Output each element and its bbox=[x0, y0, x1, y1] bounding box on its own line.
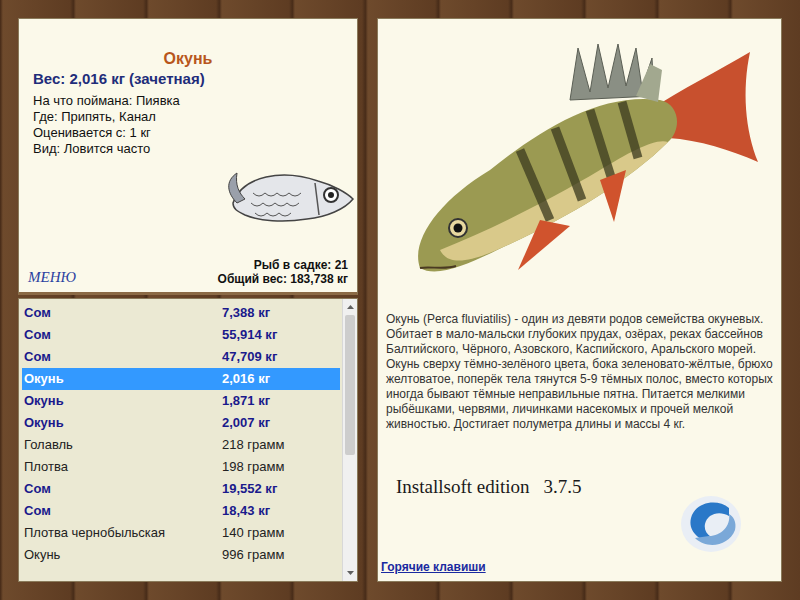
version-label: 3.7.5 bbox=[544, 476, 582, 498]
installsoft-logo-icon bbox=[679, 494, 743, 554]
catch-name: Голавль bbox=[22, 435, 222, 455]
catch-weight: 7,388 кг bbox=[222, 303, 270, 323]
fish-description: Окунь (Perca fluviatilis) - один из девя… bbox=[378, 298, 781, 472]
catch-weight: 218 грамм bbox=[222, 435, 284, 455]
catch-list: Сом7,388 кгСом55,914 кгСом47,709 кгОкунь… bbox=[18, 298, 358, 582]
catch-weight: 198 грамм bbox=[222, 457, 284, 477]
catch-weight: 996 грамм bbox=[222, 545, 284, 565]
catch-name: Сом bbox=[22, 347, 222, 367]
catch-row[interactable]: Плотва чернобыльская140 грамм bbox=[22, 522, 340, 544]
catch-name: Сом bbox=[22, 501, 222, 521]
perch-photo bbox=[400, 30, 760, 292]
fish-bait: На что поймана: Пиявка bbox=[33, 93, 357, 109]
catch-name: Плотва bbox=[22, 457, 222, 477]
fish-weight: Вес: 2,016 кг (зачетная) bbox=[19, 69, 357, 89]
fish-card: Окунь Вес: 2,016 кг (зачетная) На что по… bbox=[18, 18, 358, 295]
catch-row[interactable]: Сом47,709 кг bbox=[22, 346, 340, 368]
catch-row[interactable]: Сом18,43 кг bbox=[22, 500, 340, 522]
catch-row[interactable]: Плотва198 грамм bbox=[22, 456, 340, 478]
catch-row[interactable]: Сом55,914 кг bbox=[22, 324, 340, 346]
catch-name: Сом bbox=[22, 303, 222, 323]
catch-weight: 2,007 кг bbox=[222, 413, 270, 433]
fish-info-panel: Окунь (Perca fluviatilis) - один из девя… bbox=[377, 18, 782, 582]
catch-weight: 47,709 кг bbox=[222, 347, 277, 367]
catch-row[interactable]: Окунь2,016 кг bbox=[22, 368, 340, 390]
fish-frequency: Вид: Ловится часто bbox=[33, 141, 357, 157]
scrollbar[interactable] bbox=[342, 299, 357, 581]
catch-name: Окунь bbox=[22, 413, 222, 433]
catch-name: Плотва чернобыльская bbox=[22, 523, 222, 543]
catch-weight: 55,914 кг bbox=[222, 325, 277, 345]
catch-name: Окунь bbox=[22, 391, 222, 411]
catch-name: Сом bbox=[22, 479, 222, 499]
catch-weight: 19,552 кг bbox=[222, 479, 277, 499]
hotkeys-link[interactable]: Горячие клавиши bbox=[381, 560, 486, 574]
catch-row[interactable]: Голавль218 грамм bbox=[22, 434, 340, 456]
catch-row[interactable]: Сом19,552 кг bbox=[22, 478, 340, 500]
catch-row[interactable]: Окунь2,007 кг bbox=[22, 412, 340, 434]
catch-weight: 140 грамм bbox=[222, 523, 284, 543]
scroll-up-icon[interactable] bbox=[343, 299, 357, 315]
fish-place: Где: Припять, Канал bbox=[33, 109, 357, 125]
catch-weight: 1,871 кг bbox=[222, 391, 270, 411]
catch-row[interactable]: Окунь996 грамм bbox=[22, 544, 340, 566]
catch-count: Рыб в садке: 21 bbox=[254, 258, 348, 272]
menu-link[interactable]: МЕНЮ bbox=[28, 268, 76, 286]
catch-total-weight: Общий вес: 183,738 кг bbox=[218, 272, 348, 286]
fish-logo-icon bbox=[223, 163, 355, 235]
catch-row[interactable]: Сом7,388 кг bbox=[22, 302, 340, 324]
catch-name: Сом bbox=[22, 325, 222, 345]
scroll-down-icon[interactable] bbox=[343, 565, 357, 581]
fish-title: Окунь bbox=[19, 49, 357, 69]
scroll-thumb[interactable] bbox=[345, 315, 355, 455]
catch-name: Окунь bbox=[22, 369, 222, 389]
catch-weight: 2,016 кг bbox=[222, 369, 270, 389]
catch-row[interactable]: Окунь1,871 кг bbox=[22, 390, 340, 412]
fish-rated-from: Оценивается с: 1 кг bbox=[33, 125, 357, 141]
catch-name: Окунь bbox=[22, 545, 222, 565]
edition-label: Installsoft edition bbox=[396, 476, 530, 498]
catch-weight: 18,43 кг bbox=[222, 501, 270, 521]
